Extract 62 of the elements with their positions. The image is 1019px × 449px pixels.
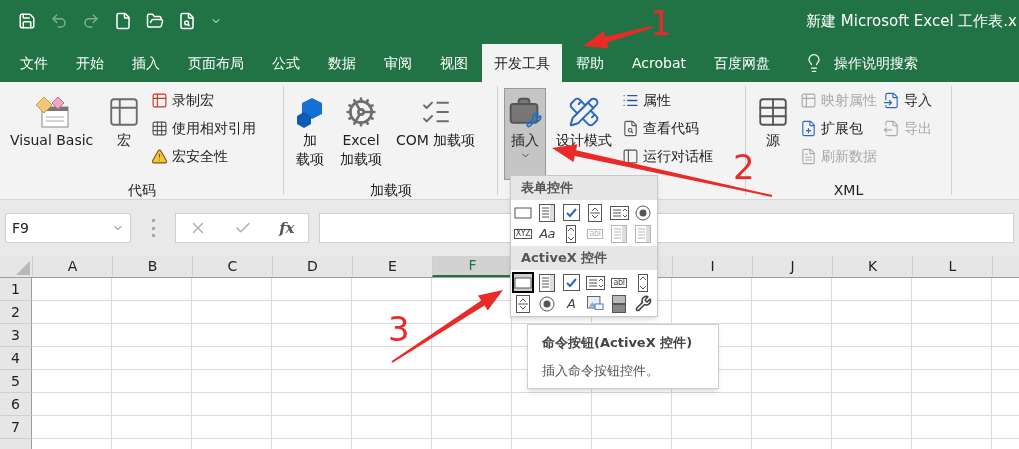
ribbon-small-button[interactable]: 宏安全性 — [151, 144, 257, 168]
ribbon-button[interactable]: Visual Basic — [6, 88, 98, 180]
text-glyph-icon: A — [566, 297, 576, 310]
name-box[interactable]: F9 — [5, 213, 131, 243]
ribbon-tab[interactable]: 视图 — [426, 44, 482, 82]
row-header[interactable]: 2 — [0, 301, 32, 324]
column-header[interactable]: F — [432, 256, 512, 277]
tooltip-title: 命令按钮(ActiveX 控件) — [542, 334, 694, 352]
text-glyph-icon: XYZ — [513, 228, 533, 239]
ribbon-small-button[interactable]: 运行对话框 — [622, 144, 713, 168]
window-title: 新建 Microsoft Excel 工作表.x — [806, 10, 1017, 32]
ribbon-tab[interactable]: 审阅 — [370, 44, 426, 82]
group-label: 加载项 — [369, 181, 412, 200]
ribbon-button[interactable]: 插入 — [504, 88, 546, 180]
ribbon-button[interactable]: Excel 加载项 — [336, 88, 386, 180]
ribbon-small-button[interactable]: 录制宏 — [151, 88, 257, 112]
group-label: XML — [833, 181, 864, 200]
column-header[interactable]: J — [752, 256, 832, 277]
row-header[interactable]: 5 — [0, 370, 32, 393]
ribbon-button[interactable]: 加 载项 — [290, 88, 330, 180]
column-header[interactable]: C — [192, 256, 272, 277]
ribbon-tab[interactable]: Acrobat — [618, 44, 700, 82]
column-header[interactable]: D — [272, 256, 352, 277]
ribbon-small-button[interactable]: 查看代码 — [622, 116, 713, 140]
text-glyph-icon: abl — [611, 277, 627, 288]
row-header[interactable]: 3 — [0, 324, 32, 347]
ribbon-button[interactable]: 源 — [752, 88, 794, 180]
ribbon-button[interactable]: 设计模式 — [552, 88, 616, 180]
step-number: 2 — [733, 150, 755, 184]
column-header[interactable]: L — [912, 256, 992, 277]
ribbon-tab[interactable]: 页面布局 — [174, 44, 258, 82]
column-header[interactable]: A — [32, 256, 112, 277]
column-header[interactable]: I — [672, 256, 752, 277]
ribbon-tab[interactable]: 插入 — [118, 44, 174, 82]
ribbon-small-button[interactable]: 属性 — [622, 88, 713, 112]
ribbon-tab[interactable]: 公式 — [258, 44, 314, 82]
step-number: 3 — [388, 312, 410, 346]
row-header[interactable]: 6 — [0, 393, 32, 416]
ribbon-tab[interactable]: 帮助 — [562, 44, 618, 82]
ribbon-tab[interactable]: 文件 — [6, 44, 62, 82]
row-header[interactable]: 1 — [0, 278, 32, 301]
ribbon-tab[interactable]: 开发工具 — [482, 44, 562, 82]
ribbon-small-button[interactable]: 使用相对引用 — [151, 116, 257, 140]
search-tab[interactable]: 操作说明搜索 — [790, 44, 932, 82]
ribbon-button[interactable]: COM 加载项 — [392, 88, 480, 180]
menu-section-title: 表单控件 — [521, 179, 573, 198]
column-header[interactable]: K — [832, 256, 912, 277]
step-number: 1 — [650, 6, 672, 40]
ribbon-small-button[interactable]: 扩展包 — [800, 116, 877, 140]
ribbon-button[interactable]: 宏 — [103, 88, 146, 180]
tooltip-description: 插入命令按钮控件。 — [542, 361, 660, 380]
ribbon-small-button[interactable]: 导入 — [883, 88, 932, 112]
ribbon-tab[interactable]: 开始 — [62, 44, 118, 82]
insert-function-button[interactable]: fx — [279, 216, 295, 240]
column-header[interactable]: B — [112, 256, 192, 277]
ribbon-tab[interactable]: 百度网盘 — [700, 44, 784, 82]
row-header[interactable]: 7 — [0, 416, 32, 439]
ribbon-tab[interactable]: 数据 — [314, 44, 370, 82]
row-header[interactable]: 4 — [0, 347, 32, 370]
group-label: 代码 — [127, 181, 156, 200]
text-glyph-icon: abl — [587, 228, 603, 239]
menu-section-title: ActiveX 控件 — [521, 249, 608, 268]
